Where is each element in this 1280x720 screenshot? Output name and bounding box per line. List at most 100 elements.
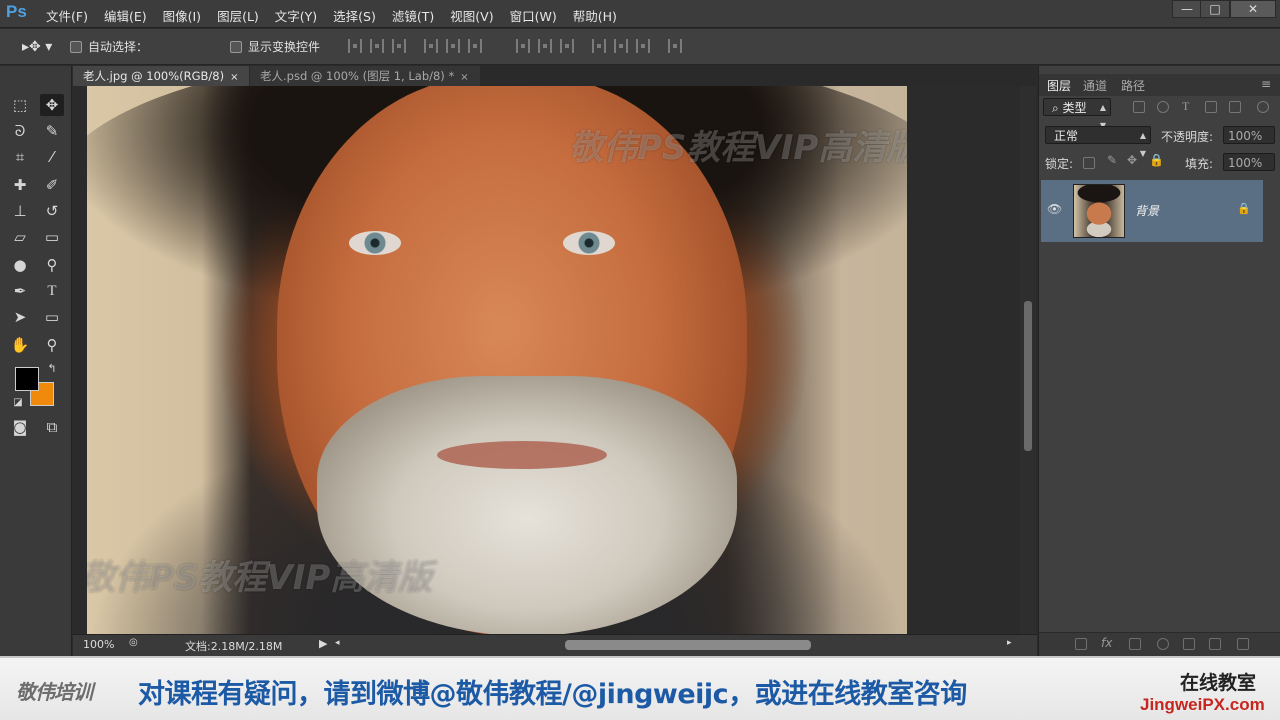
foreground-color-swatch[interactable] [15, 367, 39, 391]
menu-file[interactable]: 文件(F) [46, 6, 88, 25]
canvas-area[interactable]: 敬伟PS教程VIP高清版 敬伟PS教程VIP高清版 [73, 86, 1020, 634]
quick-select-tool-icon[interactable]: ✎ [40, 120, 64, 142]
tab-document-2[interactable]: 老人.psd @ 100% (图层 1, Lab/8) * × [250, 66, 480, 86]
align-left-icon[interactable] [424, 39, 438, 53]
fx-icon[interactable]: fx [1101, 636, 1112, 650]
history-brush-icon[interactable]: ↺ [40, 200, 64, 222]
scroll-right-icon[interactable]: ▸ [1007, 638, 1012, 648]
eyedropper-tool-icon[interactable]: ⁄ [40, 146, 64, 168]
healing-brush-icon[interactable]: ✚ [8, 174, 32, 196]
auto-align-icon[interactable] [668, 39, 682, 53]
lock-pixels-icon[interactable]: ✎ [1107, 153, 1117, 167]
filter-shape-icon[interactable] [1205, 101, 1217, 113]
tab-paths[interactable]: 路径 [1121, 77, 1145, 94]
pen-tool-icon[interactable]: ✒ [8, 280, 32, 302]
menu-select[interactable]: 选择(S) [333, 6, 376, 25]
vertical-scrollbar[interactable] [1020, 86, 1036, 634]
lock-all-icon[interactable]: 🔒 [1149, 153, 1164, 167]
marquee-tool-icon[interactable]: ⬚ [8, 94, 32, 116]
opacity-field[interactable]: 100% [1223, 126, 1275, 144]
align-top-icon[interactable] [348, 39, 362, 53]
gradient-tool-icon[interactable]: ▭ [40, 226, 64, 248]
tab-document-1[interactable]: 老人.jpg @ 100%(RGB/8) × [73, 66, 249, 86]
hand-tool-icon[interactable]: ✋ [8, 334, 32, 356]
minimize-button[interactable]: — [1172, 0, 1202, 18]
distribute-top-icon[interactable] [516, 39, 530, 53]
close-icon[interactable]: × [460, 72, 468, 83]
lock-position-icon[interactable]: ✥ [1127, 153, 1137, 167]
tab-channels[interactable]: 通道 [1083, 77, 1107, 94]
type-tool-icon[interactable]: T [40, 280, 64, 302]
menu-image[interactable]: 图像(I) [163, 6, 201, 25]
dodge-tool-icon[interactable]: ⚲ [40, 254, 64, 276]
panel-tabs: 图层 通道 路径 ≡ [1039, 74, 1280, 96]
filter-pixel-icon[interactable] [1133, 101, 1145, 113]
distribute-right-icon[interactable] [636, 39, 650, 53]
zoom-tool-icon[interactable]: ⚲ [40, 334, 64, 356]
tab-label: 老人.psd @ 100% (图层 1, Lab/8) * [260, 69, 455, 83]
close-button[interactable]: ✕ [1230, 0, 1276, 18]
auto-select-checkbox[interactable]: 自动选择： [70, 37, 148, 57]
distribute-bottom-icon[interactable] [560, 39, 574, 53]
crop-tool-icon[interactable]: ⌗ [8, 146, 32, 168]
status-menu-arrow-icon[interactable]: ▶ [319, 637, 327, 650]
panel-menu-icon[interactable]: ≡ [1261, 77, 1271, 91]
scroll-left-icon[interactable]: ◂ [335, 638, 340, 648]
blur-tool-icon[interactable]: ● [8, 254, 32, 276]
trash-icon[interactable] [1237, 638, 1249, 650]
filter-kind-dropdown[interactable]: ⌕ 类型 ▲▼ [1043, 98, 1111, 130]
align-bottom-icon[interactable] [392, 39, 406, 53]
show-transform-checkbox[interactable]: 显示变换控件 [230, 37, 320, 57]
filter-adjustment-icon[interactable] [1157, 101, 1169, 113]
brush-tool-icon[interactable]: ✐ [40, 174, 64, 196]
layers-panel: 图层 通道 路径 ≡ ⌕ 类型 ▲▼ T 正常 ▲▼ 不透明度: 100% 锁定… [1038, 66, 1280, 656]
menu-filter[interactable]: 滤镜(T) [392, 6, 434, 25]
fill-field[interactable]: 100% [1223, 153, 1275, 171]
new-group-icon[interactable] [1183, 638, 1195, 650]
link-layers-icon[interactable] [1075, 638, 1087, 650]
banner-url[interactable]: JingweiPX.com [1140, 695, 1265, 715]
filter-type-icon[interactable]: T [1182, 99, 1189, 114]
menu-layer[interactable]: 图层(L) [217, 6, 259, 25]
layer-row[interactable]: 👁 背景 🔒 [1041, 180, 1263, 242]
distribute-hcenter-icon[interactable] [614, 39, 628, 53]
new-layer-icon[interactable] [1209, 638, 1221, 650]
rectangle-tool-icon[interactable]: ▭ [40, 306, 64, 328]
move-tool-icon[interactable]: ✥ [40, 94, 64, 116]
lock-transparent-icon[interactable] [1083, 157, 1095, 169]
swap-colors-icon[interactable]: ↰ [40, 358, 64, 380]
visibility-eye-icon[interactable]: 👁 [1047, 202, 1062, 216]
close-icon[interactable]: × [230, 72, 238, 83]
align-vcenter-icon[interactable] [370, 39, 384, 53]
menu-type[interactable]: 文字(Y) [275, 6, 317, 25]
distribute-left-icon[interactable] [592, 39, 606, 53]
maximize-button[interactable]: □ [1200, 0, 1230, 18]
distribute-vcenter-icon[interactable] [538, 39, 552, 53]
menu-view[interactable]: 视图(V) [450, 6, 493, 25]
quick-mask-icon[interactable]: ◙ [8, 416, 32, 438]
screen-mode-icon[interactable]: ⧉ [40, 416, 64, 438]
default-colors-icon[interactable]: ◪ [6, 392, 30, 414]
menu-window[interactable]: 窗口(W) [510, 6, 557, 25]
blend-mode-dropdown[interactable]: 正常 ▲ ▼ [1045, 126, 1151, 158]
menu-edit[interactable]: 编辑(E) [104, 6, 147, 25]
clone-stamp-icon[interactable]: ⊥ [8, 200, 32, 222]
horizontal-scroll-thumb[interactable] [565, 640, 811, 650]
filter-smart-object-icon[interactable] [1229, 101, 1241, 113]
tab-layers[interactable]: 图层 [1047, 77, 1071, 94]
lasso-tool-icon[interactable]: ᘐ [8, 120, 32, 142]
align-right-icon[interactable] [468, 39, 482, 53]
layer-name[interactable]: 背景 [1135, 202, 1159, 219]
move-tool-preset-icon[interactable]: ▸✥ ▾ [22, 37, 52, 57]
zoom-level[interactable]: 100% [83, 638, 114, 651]
path-select-icon[interactable]: ➤ [8, 306, 32, 328]
eraser-tool-icon[interactable]: ▱ [8, 226, 32, 248]
vertical-scroll-thumb[interactable] [1024, 301, 1032, 451]
adjustment-layer-icon[interactable] [1157, 638, 1169, 650]
align-hcenter-icon[interactable] [446, 39, 460, 53]
portrait-photo[interactable]: 敬伟PS教程VIP高清版 敬伟PS教程VIP高清版 [87, 86, 907, 634]
add-mask-icon[interactable] [1129, 638, 1141, 650]
filter-toggle-icon[interactable] [1257, 101, 1269, 113]
menu-help[interactable]: 帮助(H) [573, 6, 617, 25]
status-icon[interactable]: ◎ [129, 637, 138, 648]
